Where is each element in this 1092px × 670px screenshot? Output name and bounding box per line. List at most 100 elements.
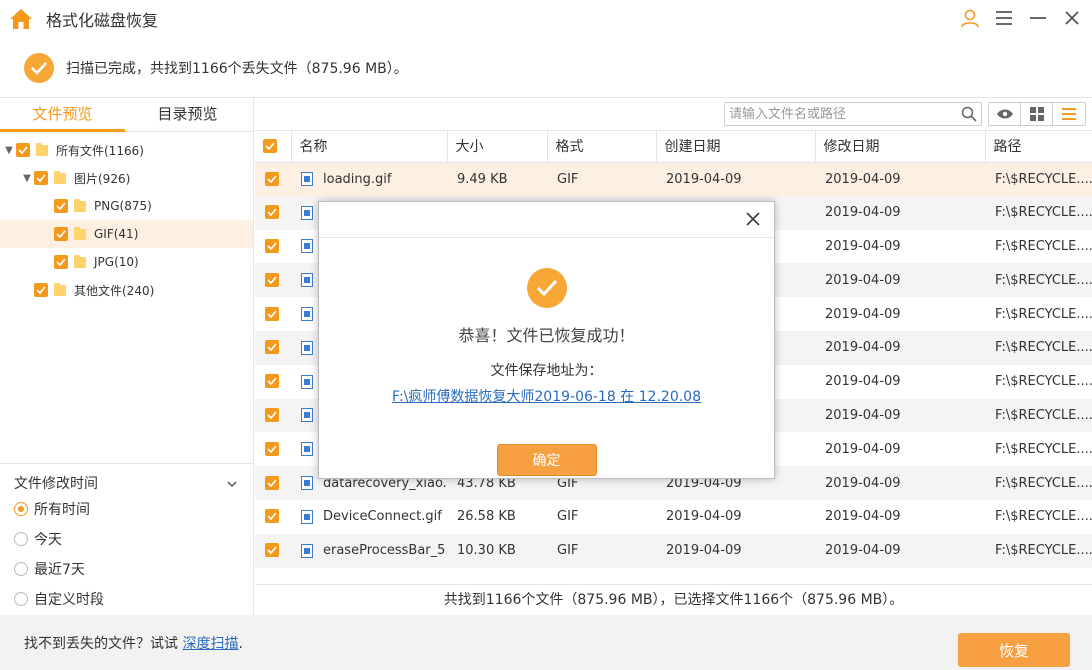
close-icon[interactable]: [1060, 6, 1084, 30]
select-all-cell[interactable]: [255, 131, 292, 163]
table-row[interactable]: DeviceConnect.gif 26.58 KB GIF 2019-04-09 20…: [255, 499, 1092, 534]
column-header-name[interactable]: 名称: [291, 131, 448, 163]
row-checkbox-cell[interactable]: [255, 195, 291, 230]
file-name: loading.gif: [323, 171, 392, 187]
row-checkbox-cell[interactable]: [255, 432, 291, 467]
deep-scan-link[interactable]: 深度扫描: [182, 636, 238, 652]
dialog-title: 恭喜！文件已恢复成功！: [458, 326, 635, 345]
radio-today[interactable]: 今天: [0, 524, 253, 554]
row-checkbox-cell[interactable]: [255, 162, 291, 196]
tab-file-preview[interactable]: 文件预览: [0, 98, 125, 132]
row-checkbox[interactable]: [265, 407, 279, 422]
column-header-size[interactable]: 大小: [447, 131, 548, 163]
home-icon[interactable]: [8, 6, 34, 32]
created-cell: 2019-04-09: [656, 499, 815, 534]
tree-checkbox[interactable]: [34, 283, 48, 297]
tab-directory-preview[interactable]: 目录预览: [125, 98, 250, 131]
row-checkbox[interactable]: [265, 238, 279, 253]
save-path-link[interactable]: F:\疯师傅数据恢复大师2019-06-18 在 12.20.08: [319, 386, 774, 406]
row-checkbox-cell[interactable]: [255, 263, 291, 298]
chevron-down-icon[interactable]: [227, 475, 237, 491]
file-image-icon: [301, 442, 313, 457]
chevron-down-icon[interactable]: ▼: [20, 173, 34, 184]
row-checkbox-cell[interactable]: [255, 398, 291, 433]
column-header-format[interactable]: 格式: [547, 131, 657, 163]
tree-item-images[interactable]: ▼ 图片(926): [0, 164, 253, 192]
radio-label: 最近7天: [34, 562, 85, 578]
folder-icon: [54, 170, 66, 184]
path-cell: F:\$RECYCLE....: [985, 398, 1092, 433]
path-cell: F:\$RECYCLE....: [985, 466, 1092, 500]
search-icon[interactable]: [957, 106, 981, 122]
row-checkbox-cell[interactable]: [255, 533, 291, 568]
select-all-checkbox[interactable]: [263, 139, 277, 154]
column-header-created[interactable]: 创建日期: [656, 131, 816, 163]
grid-view-icon[interactable]: [1021, 103, 1053, 125]
tree-item-label: 其他文件(240): [74, 283, 155, 298]
row-checkbox-cell[interactable]: [255, 229, 291, 264]
row-checkbox[interactable]: [265, 306, 279, 321]
user-icon[interactable]: [958, 6, 982, 30]
tree-checkbox[interactable]: [54, 255, 68, 269]
modified-cell: 2019-04-09: [815, 398, 985, 433]
list-view-icon[interactable]: [1053, 103, 1085, 125]
preview-tabs: 文件预览 目录预览: [0, 98, 253, 132]
file-image-icon: [301, 239, 313, 254]
row-checkbox-cell[interactable]: [255, 466, 291, 500]
folder-icon: [74, 226, 86, 240]
chevron-down-icon[interactable]: ▼: [2, 145, 16, 156]
tree-item-all-files[interactable]: ▼ 所有文件(1166): [0, 136, 253, 164]
filter-header[interactable]: 文件修改时间: [0, 472, 253, 494]
row-checkbox-cell[interactable]: [255, 364, 291, 399]
row-checkbox[interactable]: [265, 272, 279, 287]
menu-icon[interactable]: [992, 6, 1016, 30]
row-checkbox[interactable]: [265, 543, 279, 558]
tree-checkbox[interactable]: [34, 171, 48, 185]
tree-item-png[interactable]: PNG(875): [0, 192, 253, 220]
radio-button[interactable]: [14, 532, 28, 546]
row-checkbox-cell[interactable]: [255, 499, 291, 534]
radio-button[interactable]: [14, 592, 28, 606]
table-row[interactable]: loading.gif 9.49 KB GIF 2019-04-09 2019-04-0…: [255, 162, 1092, 196]
row-checkbox-cell[interactable]: [255, 330, 291, 365]
close-icon[interactable]: [742, 208, 764, 230]
tree-item-gif[interactable]: GIF(41): [0, 220, 253, 248]
row-checkbox[interactable]: [265, 340, 279, 355]
modified-cell: 2019-04-09: [815, 499, 985, 534]
row-checkbox[interactable]: [265, 475, 279, 490]
recover-button[interactable]: 恢复: [958, 633, 1070, 667]
row-checkbox[interactable]: [265, 441, 279, 456]
radio-button[interactable]: [14, 502, 28, 516]
column-header-modified[interactable]: 修改日期: [815, 131, 986, 163]
window-controls: [958, 6, 1084, 30]
size-cell: 10.30 KB: [447, 533, 547, 568]
tree-item-other-files[interactable]: 其他文件(240): [0, 276, 253, 304]
modified-cell: 2019-04-09: [815, 364, 985, 399]
path-cell: F:\$RECYCLE....: [985, 263, 1092, 298]
radio-all-time[interactable]: 所有时间: [0, 494, 253, 524]
file-image-icon: [301, 172, 313, 187]
table-row[interactable]: eraseProcessBar_5... 10.30 KB GIF 2019-04-0…: [255, 533, 1092, 568]
tree-checkbox[interactable]: [54, 227, 68, 241]
row-checkbox[interactable]: [265, 205, 279, 220]
row-checkbox[interactable]: [265, 374, 279, 389]
file-image-icon: [301, 543, 313, 558]
hint-text: 找不到丢失的文件？试试: [24, 635, 183, 652]
file-type-tree: ▼ 所有文件(1166) ▼ 图片(926) PNG(875) GIF(41) …: [0, 132, 253, 304]
radio-custom-range[interactable]: 自定义时段: [0, 584, 253, 614]
modified-cell: 2019-04-09: [815, 432, 985, 467]
search-input[interactable]: [729, 106, 957, 122]
tree-item-jpg[interactable]: JPG(10): [0, 248, 253, 276]
radio-last-7-days[interactable]: 最近7天: [0, 554, 253, 584]
eye-icon[interactable]: [989, 103, 1021, 125]
ok-button[interactable]: 确定: [496, 444, 597, 476]
row-checkbox[interactable]: [265, 509, 279, 524]
radio-button[interactable]: [14, 562, 28, 576]
tree-checkbox[interactable]: [16, 143, 30, 157]
minimize-icon[interactable]: [1026, 6, 1050, 30]
row-checkbox[interactable]: [265, 171, 279, 186]
path-cell: F:\$RECYCLE....: [985, 330, 1092, 365]
column-header-path[interactable]: 路径: [985, 131, 1092, 163]
tree-checkbox[interactable]: [54, 199, 68, 213]
row-checkbox-cell[interactable]: [255, 297, 291, 331]
